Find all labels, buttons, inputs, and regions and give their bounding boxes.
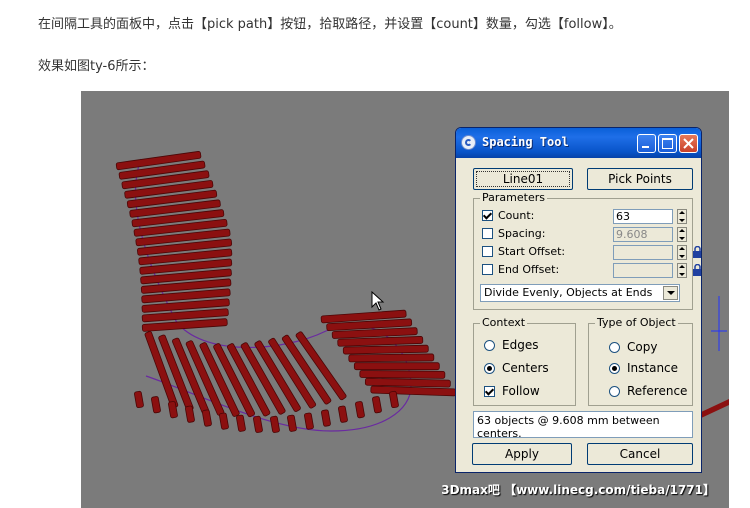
dialog-title: Spacing Tool bbox=[482, 135, 569, 149]
lock-icon[interactable] bbox=[692, 264, 702, 277]
slat-fragment-icon bbox=[699, 399, 729, 419]
chair-slat bbox=[355, 401, 365, 419]
count-checkbox[interactable] bbox=[482, 210, 493, 221]
watermark-text: 3Dmax吧 【www.linecg.com/tieba/1771】 bbox=[441, 483, 715, 497]
reference-radio[interactable] bbox=[609, 386, 620, 397]
cancel-button[interactable]: Cancel bbox=[587, 443, 693, 465]
chair-slat bbox=[236, 414, 246, 432]
lock-icon[interactable] bbox=[692, 246, 702, 259]
copy-label: Copy bbox=[627, 340, 658, 354]
spacing-tool-dialog: Spacing Tool Line01 Pick Points Paramete… bbox=[455, 127, 702, 473]
edges-radio[interactable] bbox=[484, 340, 495, 351]
cancel-label: Cancel bbox=[619, 447, 661, 461]
centers-radio[interactable] bbox=[484, 363, 495, 374]
mouse-cursor-icon bbox=[371, 291, 385, 311]
minimize-button[interactable] bbox=[637, 134, 656, 153]
apply-label: Apply bbox=[505, 447, 539, 461]
count-spinner[interactable] bbox=[677, 209, 687, 224]
chair-slat bbox=[370, 385, 457, 397]
count-label: Count: bbox=[498, 209, 535, 222]
end-offset-spinner[interactable] bbox=[677, 263, 687, 278]
chair-slat bbox=[304, 412, 314, 430]
start-offset-label: Start Offset: bbox=[498, 245, 566, 258]
type-of-object-group-label: Type of Object bbox=[595, 316, 678, 329]
context-group: Context Edges Centers Follow bbox=[473, 316, 576, 406]
chair-slat bbox=[338, 405, 348, 423]
spacing-spinner[interactable] bbox=[677, 227, 687, 242]
chair-slats bbox=[115, 151, 457, 433]
reference-label: Reference bbox=[627, 384, 688, 398]
pick-path-label: Line01 bbox=[502, 172, 544, 186]
follow-label: Follow bbox=[502, 384, 540, 398]
chair-slat bbox=[134, 390, 144, 409]
chair-slat bbox=[348, 353, 435, 363]
centers-label: Centers bbox=[502, 361, 549, 375]
type-of-object-group: Type of Object Copy Instance Reference bbox=[588, 316, 693, 406]
chair-slat bbox=[353, 362, 440, 371]
instance-label: Instance bbox=[627, 361, 679, 375]
pick-points-label: Pick Points bbox=[608, 172, 672, 186]
edges-label: Edges bbox=[502, 338, 539, 352]
context-group-label: Context bbox=[480, 316, 528, 329]
dropdown-arrow-icon[interactable] bbox=[663, 286, 678, 300]
dialog-titlebar[interactable]: Spacing Tool bbox=[456, 128, 701, 158]
start-offset-spinner[interactable] bbox=[677, 245, 687, 260]
end-offset-label: End Offset: bbox=[498, 263, 560, 276]
article-instruction-text: 在间隔工具的面板中，点击【pick path】按钮，拾取路径，并设置【count… bbox=[38, 17, 622, 32]
follow-checkbox[interactable] bbox=[484, 386, 495, 397]
chair-slat bbox=[287, 414, 297, 432]
spacing-label: Spacing: bbox=[498, 227, 546, 240]
article-caption-text: 效果如图ty-6所示： bbox=[38, 59, 155, 74]
spacing-checkbox[interactable] bbox=[482, 228, 493, 239]
close-button[interactable] bbox=[679, 134, 698, 153]
chair-slat bbox=[151, 396, 161, 414]
end-offset-field[interactable] bbox=[613, 263, 673, 278]
chair-slat bbox=[372, 396, 382, 414]
maximize-button[interactable] bbox=[658, 134, 677, 153]
axis-gizmo-icon bbox=[711, 296, 727, 351]
chair-slat bbox=[342, 344, 429, 355]
close-icon bbox=[683, 138, 694, 149]
start-offset-checkbox[interactable] bbox=[482, 246, 493, 257]
app-logo-icon bbox=[461, 135, 476, 150]
parameters-group-label: Parameters bbox=[480, 191, 547, 204]
spacing-field[interactable]: 9.608 bbox=[613, 227, 673, 242]
chair-slat bbox=[359, 370, 446, 379]
chair-slat bbox=[219, 412, 229, 430]
distribution-value: Divide Evenly, Objects at Ends bbox=[484, 286, 653, 299]
status-text: 63 objects @ 9.608 mm between centers. bbox=[473, 411, 693, 440]
chair-slat bbox=[270, 415, 280, 433]
start-offset-field[interactable] bbox=[613, 245, 673, 260]
apply-button[interactable]: Apply bbox=[472, 443, 572, 465]
pick-path-button[interactable]: Line01 bbox=[473, 168, 573, 190]
end-offset-checkbox[interactable] bbox=[482, 264, 493, 275]
distribution-dropdown[interactable]: Divide Evenly, Objects at Ends bbox=[480, 284, 680, 302]
chair-slat bbox=[321, 409, 331, 427]
copy-radio[interactable] bbox=[609, 342, 620, 353]
pick-points-button[interactable]: Pick Points bbox=[587, 168, 693, 190]
count-field[interactable]: 63 bbox=[613, 209, 673, 224]
parameters-group: Parameters Count: 63 Spacing: 9.608 Star… bbox=[473, 191, 701, 310]
chair-slat bbox=[202, 409, 212, 427]
instance-radio[interactable] bbox=[609, 363, 620, 374]
